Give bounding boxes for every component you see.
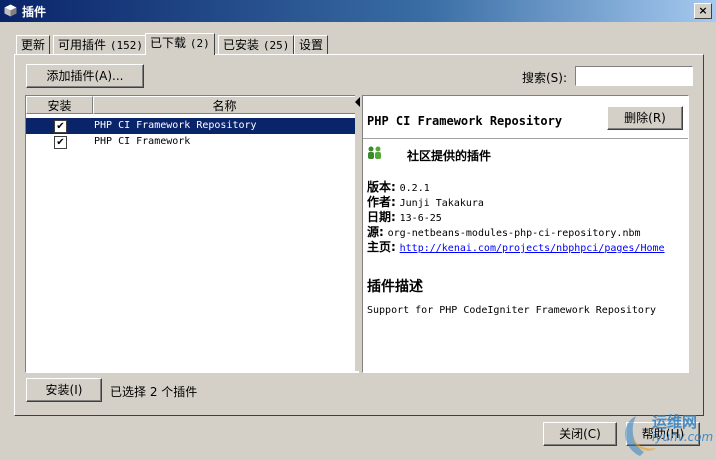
install-checkbox[interactable]: ✔ [54,136,67,149]
tab-available-plugins[interactable]: 可用插件 (152) [53,35,148,55]
tab-downloaded[interactable]: 已下载 (2) [145,33,215,55]
plugin-detail-pane: PHP CI Framework Repository 删除(R) 社区提供的插… [362,95,689,373]
plugin-detail-title: PHP CI Framework Repository [367,114,563,128]
table-header: 安装 名称 [26,96,356,114]
window-title: 插件 [22,5,47,19]
delete-button[interactable]: 删除(R) [607,106,683,130]
plugin-table: 安装 名称 ✔ PHP CI Framework Repository ✔ PH… [25,95,359,373]
plugin-description: Support for PHP CodeIgniter Framework Re… [367,305,656,316]
homepage-link[interactable]: http://kenai.com/projects/nbphpci/pages/… [400,243,665,254]
column-header-install[interactable]: 安装 [26,96,93,114]
install-checkbox[interactable]: ✔ [54,120,67,133]
install-button[interactable]: 安装(I) [26,378,102,402]
tab-settings[interactable]: 设置 [294,35,329,55]
plugin-category: 社区提供的插件 [407,149,492,163]
plugin-name: PHP CI Framework [94,136,191,147]
column-header-name[interactable]: 名称 [93,96,356,114]
pane-splitter[interactable] [355,95,361,371]
community-users-icon [368,146,381,159]
search-input[interactable] [575,66,693,86]
selection-status: 已选择 2 个插件 [110,385,198,399]
divider [363,138,688,139]
watermark-text: 运维网 [652,413,698,431]
homepage-line: 主页: http://kenai.com/projects/nbphpci/pa… [367,240,665,254]
table-row[interactable]: ✔ PHP CI Framework [26,134,356,150]
tab-updates[interactable]: 更新 [16,35,51,55]
table-row[interactable]: ✔ PHP CI Framework Repository [26,118,356,134]
title-bar: 插件 × [0,0,716,22]
close-button[interactable]: 关闭(C) [543,422,617,446]
collapse-left-arrow-icon[interactable] [355,97,361,107]
tab-installed[interactable]: 已安装 (25) [218,35,295,55]
plugin-name: PHP CI Framework Repository [94,120,257,131]
window-close-button[interactable]: × [694,3,712,19]
watermark-url: iyunv.com [652,430,714,444]
description-heading: 插件描述 [367,279,423,295]
app-cube-icon [4,4,17,17]
add-plugin-button[interactable]: 添加插件(A)... [26,64,144,88]
search-label: 搜索(S): [522,71,568,85]
